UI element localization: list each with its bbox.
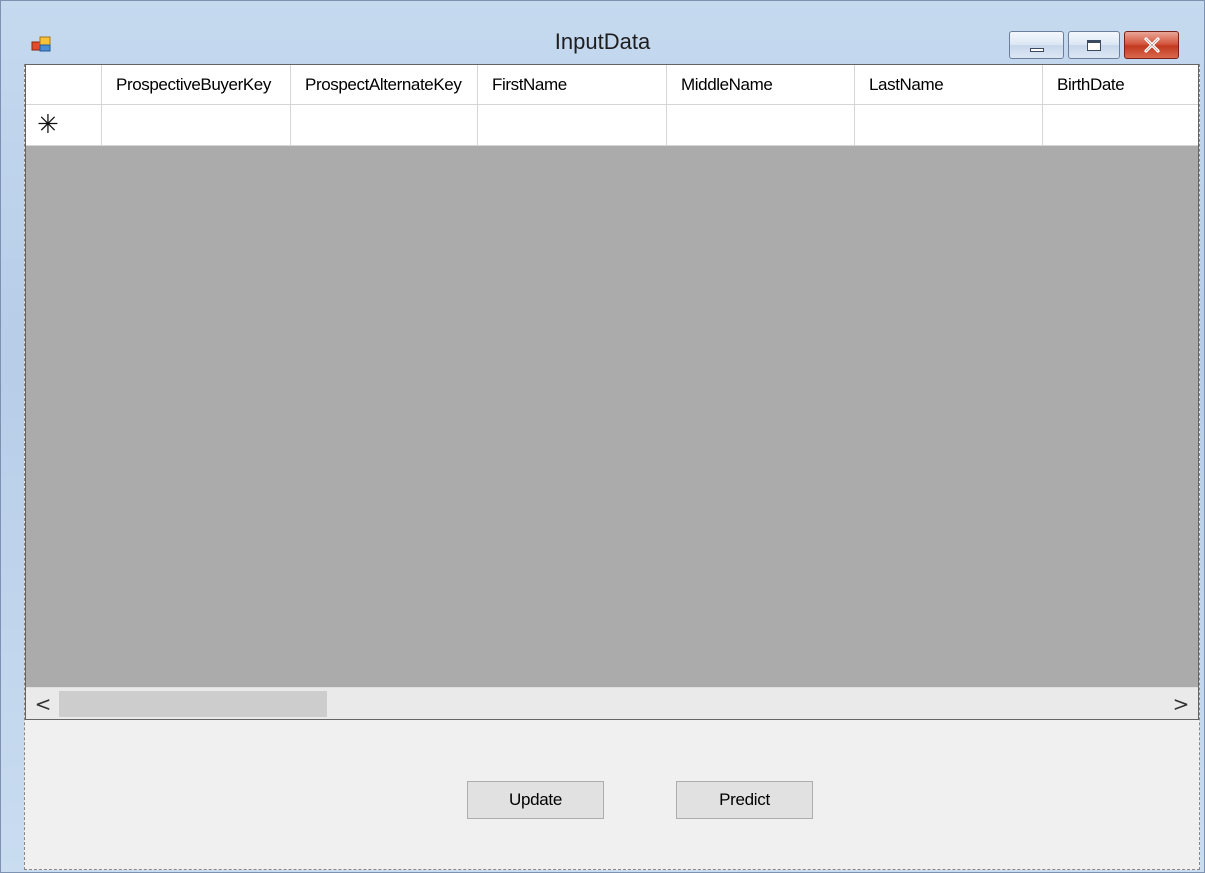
grid-cell[interactable] [291,105,478,146]
predict-button[interactable]: Predict [676,781,813,819]
close-icon [1143,37,1160,53]
restore-button[interactable] [1068,31,1120,59]
minimize-button[interactable] [1009,31,1064,59]
scroll-right-icon[interactable]: > [1166,688,1196,719]
grid-corner-cell[interactable] [26,65,102,105]
column-header[interactable]: LastName [855,65,1043,105]
new-row-icon: ✳ [37,110,59,140]
grid-cell[interactable] [478,105,667,146]
data-grid[interactable]: ProspectiveBuyerKey ProspectAlternateKey… [25,64,1199,720]
column-header[interactable]: MiddleName [667,65,855,105]
column-header[interactable]: FirstName [478,65,667,105]
restore-icon [1087,39,1101,51]
column-header[interactable]: ProspectiveBuyerKey [102,65,291,105]
horizontal-scrollbar[interactable]: < > [26,687,1198,719]
close-button[interactable] [1124,31,1179,59]
grid-header-row: ProspectiveBuyerKey ProspectAlternateKey… [26,65,1198,105]
scroll-left-icon[interactable]: < [28,688,58,719]
row-header[interactable]: ✳ [26,105,102,146]
column-header[interactable]: BirthDate [1043,65,1198,105]
title-bar[interactable]: InputData [1,1,1204,63]
minimize-icon [1029,48,1044,52]
column-header[interactable]: ProspectAlternateKey [291,65,478,105]
grid-cell[interactable] [102,105,291,146]
input-data-window: InputData ProspectiveBuyerKey ProspectAl… [0,0,1205,873]
scroll-thumb[interactable] [59,691,327,717]
form-client-area: ProspectiveBuyerKey ProspectAlternateKey… [24,64,1200,870]
update-button[interactable]: Update [467,781,604,819]
new-row: ✳ [26,105,1198,146]
grid-cell[interactable] [855,105,1043,146]
grid-cell[interactable] [1043,105,1198,146]
grid-cell[interactable] [667,105,855,146]
